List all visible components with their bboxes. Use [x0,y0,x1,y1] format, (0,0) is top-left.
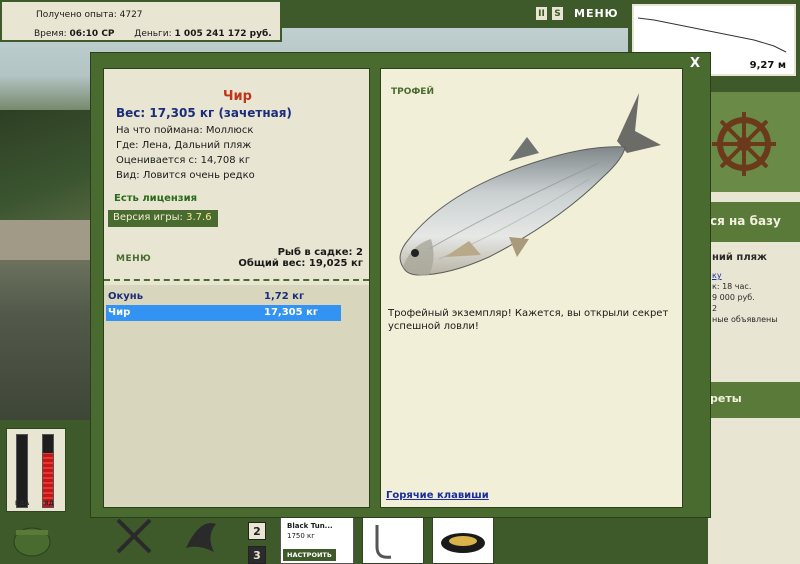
license-status: Есть лицензия [114,193,198,204]
fish-name: Чир [223,89,252,104]
exp-value: 4727 [119,10,143,20]
background-side-panel: ся на базу ний пляж ку к: 18 час. 9 000 … [708,92,800,564]
fish-cleaning-icon[interactable] [178,514,222,562]
fish-image [389,89,679,293]
sound-button[interactable]: S [552,7,563,20]
cage-stats: Рыб в садке: 2 Общий вес: 19,025 кг [238,247,363,269]
slot-2-button[interactable]: 2 [248,522,266,540]
catch-info-panel: Чир Вес: 17,305 кг (зачетная) На что пой… [103,68,370,508]
fish-weight: Вес: 17,305 кг (зачетная) [116,106,292,120]
time-value: 06:10 СР [69,29,115,39]
version-value: 3.7.6 [186,212,212,223]
list-item-weight: 17,305 кг [264,307,319,318]
game-version: Версия игры: 3.7.6 [108,210,218,227]
top-toolbar: II S МЕНЮ [536,7,619,20]
valued-from: Оценивается с: 14,708 кг [116,155,251,166]
hook-icon [375,525,392,559]
list-item-weight: 1,72 кг [264,291,305,302]
records-button[interactable]: реты [708,382,800,418]
fish-in-cage: Рыб в садке: 2 [277,247,363,258]
detail-line: ку [712,271,722,280]
sand-bank [0,220,90,260]
lure-card: Black Tun... 1750 кг НАСТРОИТЬ [280,516,354,564]
dialog-menu-button[interactable]: МЕНЮ [116,254,151,264]
detail-line: к: 18 час. [712,282,752,291]
hotkeys-link[interactable]: Горячие клавиши [386,490,489,501]
pause-button[interactable]: II [536,7,547,20]
food-meter [16,434,28,508]
main-menu-button[interactable]: МЕНЮ [574,7,619,20]
food-label: ЕДА [15,500,30,507]
bait-slot[interactable] [432,516,494,564]
cutlery-icon[interactable] [112,514,156,562]
time-label: Время: [34,29,67,39]
poison-meter-fill [43,453,53,507]
hook-slot[interactable] [362,516,424,564]
detail-line: 9 000 руб. [712,293,755,302]
poison-meter [42,434,54,508]
hud-info-panel: Получено опыта: 4727 Время: 06:10 СР Ден… [0,0,282,42]
total-weight: Общий вес: 19,025 кг [238,258,363,269]
lure-name: Black Tun... [287,522,333,530]
slot-3-button[interactable]: 3 [248,546,266,564]
trophy-message: Трофейный экземпляр! Кажется, вы открыли… [388,308,669,332]
lure-weight: 1750 кг [287,532,315,540]
depth-value: 9,27 м [749,60,786,71]
species-rarity: Вид: Ловится очень редко [116,170,255,181]
ship-wheel-icon [708,92,800,192]
caught-on: На что поймана: Моллюск [116,125,254,136]
version-label: Версия игры: [113,212,183,223]
mussel-icon [441,533,485,553]
configure-button[interactable]: НАСТРОИТЬ [283,549,336,561]
detail-line: 2 [712,304,718,313]
location-name: ний пляж [712,252,768,263]
detail-line: ные объявлены [712,315,778,324]
list-item[interactable]: Окунь 1,72 кг [106,289,341,305]
go-to-base-button[interactable]: ся на базу [708,202,800,242]
catch-list: Окунь 1,72 кг Чир 17,305 кг [104,285,369,507]
list-item-name: Чир [108,307,131,318]
pot-icon[interactable] [10,520,54,564]
list-item-selected[interactable]: Чир 17,305 кг [106,305,341,321]
trophy-panel: ТРОФЕЙ Трофейный экземпляр! Кажется, вы … [380,68,683,508]
close-button[interactable]: X [690,56,700,71]
poison-label: ЯД [44,500,54,507]
location-details: ку к: 18 час. 9 000 руб. 2 ные объявлены [712,270,778,325]
money-value: 1 005 241 172 руб. [174,29,272,39]
catch-location: Где: Лена, Дальний пляж [116,140,252,151]
exp-label: Получено опыта: [36,10,117,20]
list-item-name: Окунь [108,291,144,302]
divider [104,279,369,281]
money-label: Деньги: [134,29,172,39]
